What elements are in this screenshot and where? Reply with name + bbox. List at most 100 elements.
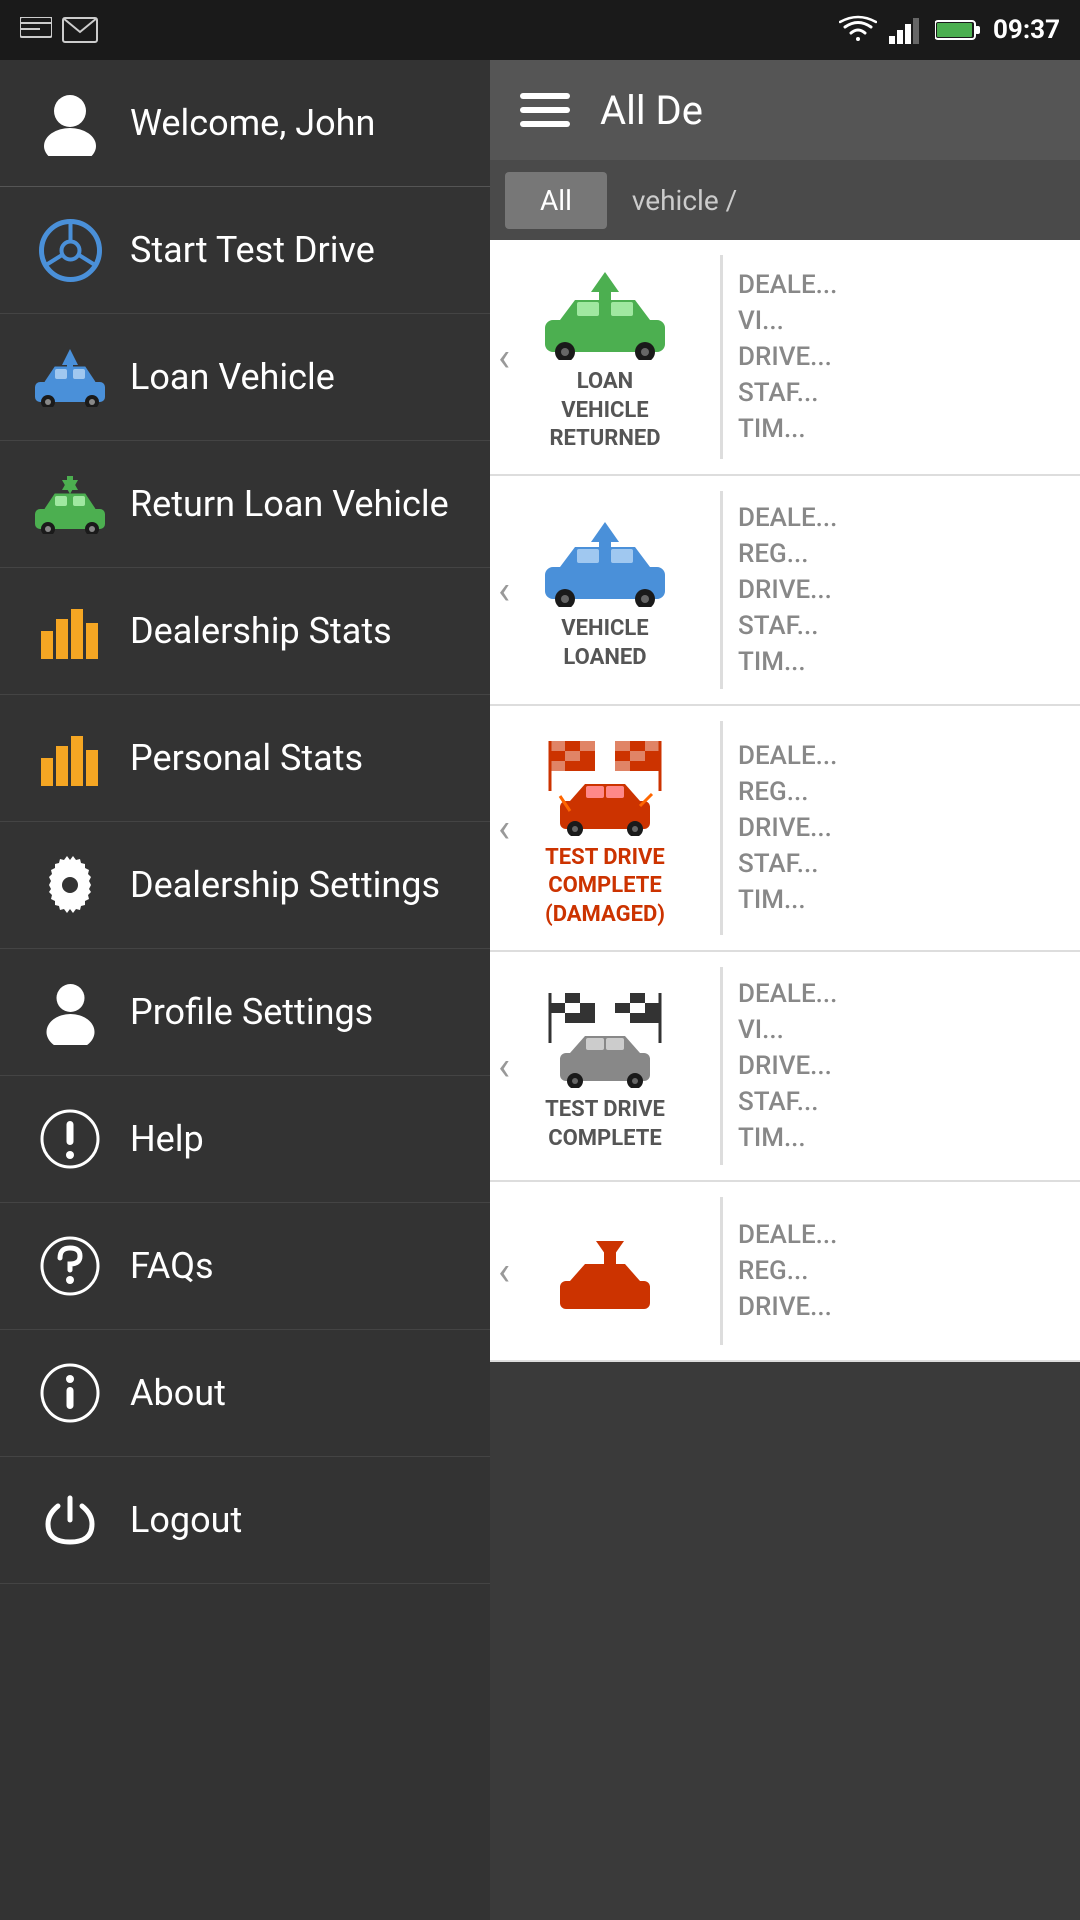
right-header: All De	[490, 60, 1080, 160]
user-icon	[30, 88, 110, 158]
card-data-row: DEALE...	[738, 741, 1065, 771]
sidebar-item-dealership-settings[interactable]: Dealership Settings	[0, 822, 490, 949]
card-data-row: DRIVE...	[738, 575, 1065, 605]
card-icon-loaned: ‹	[490, 476, 720, 704]
logout-label: Logout	[130, 1499, 242, 1541]
card-label-complete: TEST DRIVECOMPLETE	[545, 1096, 665, 1153]
faqs-label: FAQs	[130, 1245, 214, 1287]
card-chevron-2[interactable]: ‹	[498, 566, 510, 613]
card-data-2: DEALE... REG... DRIVE... STAF... TIM...	[723, 476, 1080, 704]
about-label: About	[130, 1372, 226, 1414]
card-label-loaned: VEHICLELOANED	[561, 615, 648, 672]
car-up-icon	[30, 342, 110, 412]
hamburger-line-3	[520, 121, 570, 127]
sidebar-item-logout[interactable]: Logout	[0, 1457, 490, 1584]
sidebar-item-loan-vehicle[interactable]: Loan Vehicle	[0, 314, 490, 441]
hamburger-line-2	[520, 107, 570, 113]
power-icon	[30, 1485, 110, 1555]
loan-returned-illustration	[535, 270, 675, 360]
sidebar-item-faqs[interactable]: FAQs	[0, 1203, 490, 1330]
sidebar-item-start-test-drive[interactable]: Start Test Drive	[0, 187, 490, 314]
card-partial: ‹ DEALE... REG... DR	[490, 1182, 1080, 1362]
card-data-row: TIM...	[738, 414, 1065, 444]
sidebar-item-return-loan-vehicle[interactable]: Return Loan Vehicle	[0, 441, 490, 568]
card-icon-damaged: ‹	[490, 706, 720, 950]
email-icon	[62, 17, 98, 43]
card-data-row: DRIVE...	[738, 1292, 1065, 1322]
card-vehicle-loaned: ‹	[490, 476, 1080, 706]
card-data-row: DEALE...	[738, 503, 1065, 533]
damaged-illustration	[540, 736, 670, 836]
card-test-drive-complete: ‹	[490, 952, 1080, 1182]
card-data-row: STAF...	[738, 1087, 1065, 1117]
time-display: 09:37	[993, 15, 1060, 45]
sidebar-item-personal-stats[interactable]: Personal Stats	[0, 695, 490, 822]
filter-tabs: All vehicle /	[490, 160, 1080, 240]
card-loan-vehicle-returned: ‹	[490, 240, 1080, 476]
partial-illustration	[540, 1236, 670, 1316]
complete-illustration	[540, 988, 670, 1088]
card-data-3: DEALE... REG... DRIVE... STAF... TIM...	[723, 706, 1080, 950]
card-data-row: DEALE...	[738, 270, 1065, 300]
card-chevron-5[interactable]: ‹	[498, 1247, 510, 1294]
card-data-row: DEALE...	[738, 979, 1065, 1009]
card-data-1: DEALE... VI... DRIVE... STAF... TIM...	[723, 240, 1080, 474]
card-data-row: TIM...	[738, 1123, 1065, 1153]
card-label-damaged: TEST DRIVECOMPLETE(DAMAGED)	[545, 844, 665, 930]
bar-chart-dealership-icon	[30, 596, 110, 666]
status-bar: 09:37	[0, 0, 1080, 60]
card-chevron-4[interactable]: ‹	[498, 1042, 510, 1089]
card-data-row: REG...	[738, 777, 1065, 807]
dealership-settings-label: Dealership Settings	[130, 864, 440, 906]
status-right-icons: 09:37	[839, 15, 1060, 45]
battery-icon	[935, 18, 981, 42]
card-chevron-3[interactable]: ‹	[498, 804, 510, 851]
card-data-row: STAF...	[738, 378, 1065, 408]
filter-tab-vehicle[interactable]: vehicle /	[617, 172, 752, 229]
card-data-row: REG...	[738, 1256, 1065, 1286]
card-data-4: DEALE... VI... DRIVE... STAF... TIM...	[723, 952, 1080, 1180]
wifi-icon	[839, 15, 877, 45]
sidebar-item-about[interactable]: About	[0, 1330, 490, 1457]
card-data-row: DEALE...	[738, 1220, 1065, 1250]
sidebar-item-welcome[interactable]: Welcome, John	[0, 60, 490, 187]
sidebar-item-profile-settings[interactable]: Profile Settings	[0, 949, 490, 1076]
status-left-icons	[20, 17, 98, 43]
question-icon	[30, 1231, 110, 1301]
sidebar-item-dealership-stats[interactable]: Dealership Stats	[0, 568, 490, 695]
card-test-drive-damaged: ‹	[490, 706, 1080, 952]
welcome-label: Welcome, John	[130, 102, 375, 144]
card-icon-loan-returned: ‹	[490, 240, 720, 474]
card-data-row: TIM...	[738, 885, 1065, 915]
card-data-row: REG...	[738, 539, 1065, 569]
card-data-row: STAF...	[738, 849, 1065, 879]
sidebar: Welcome, John Start Test Drive	[0, 60, 490, 1920]
profile-icon	[30, 977, 110, 1047]
return-loan-vehicle-label: Return Loan Vehicle	[130, 483, 449, 525]
loan-vehicle-label: Loan Vehicle	[130, 356, 335, 398]
dealership-stats-label: Dealership Stats	[130, 610, 392, 652]
filter-tab-all[interactable]: All	[505, 172, 607, 229]
header-title: All De	[600, 87, 703, 134]
help-label: Help	[130, 1118, 204, 1160]
start-test-drive-label: Start Test Drive	[130, 229, 375, 271]
car-down-icon	[30, 469, 110, 539]
card-data-row: STAF...	[738, 611, 1065, 641]
card-data-row: VI...	[738, 306, 1065, 336]
card-data-row: VI...	[738, 1015, 1065, 1045]
main-container: Welcome, John Start Test Drive	[0, 60, 1080, 1920]
signal-icon	[889, 16, 923, 44]
exclamation-icon	[30, 1104, 110, 1174]
sidebar-item-help[interactable]: Help	[0, 1076, 490, 1203]
card-data-row: DRIVE...	[738, 1051, 1065, 1081]
right-panel: All De All vehicle / ‹	[490, 60, 1080, 1920]
personal-stats-label: Personal Stats	[130, 737, 363, 779]
hamburger-menu-button[interactable]	[520, 93, 570, 127]
hamburger-line-1	[520, 93, 570, 99]
gear-icon	[30, 850, 110, 920]
card-data-row: TIM...	[738, 647, 1065, 677]
card-data-row: DRIVE...	[738, 813, 1065, 843]
card-chevron-1[interactable]: ‹	[498, 333, 510, 380]
cards-container: ‹	[490, 240, 1080, 1920]
card-data-5: DEALE... REG... DRIVE...	[723, 1182, 1080, 1360]
